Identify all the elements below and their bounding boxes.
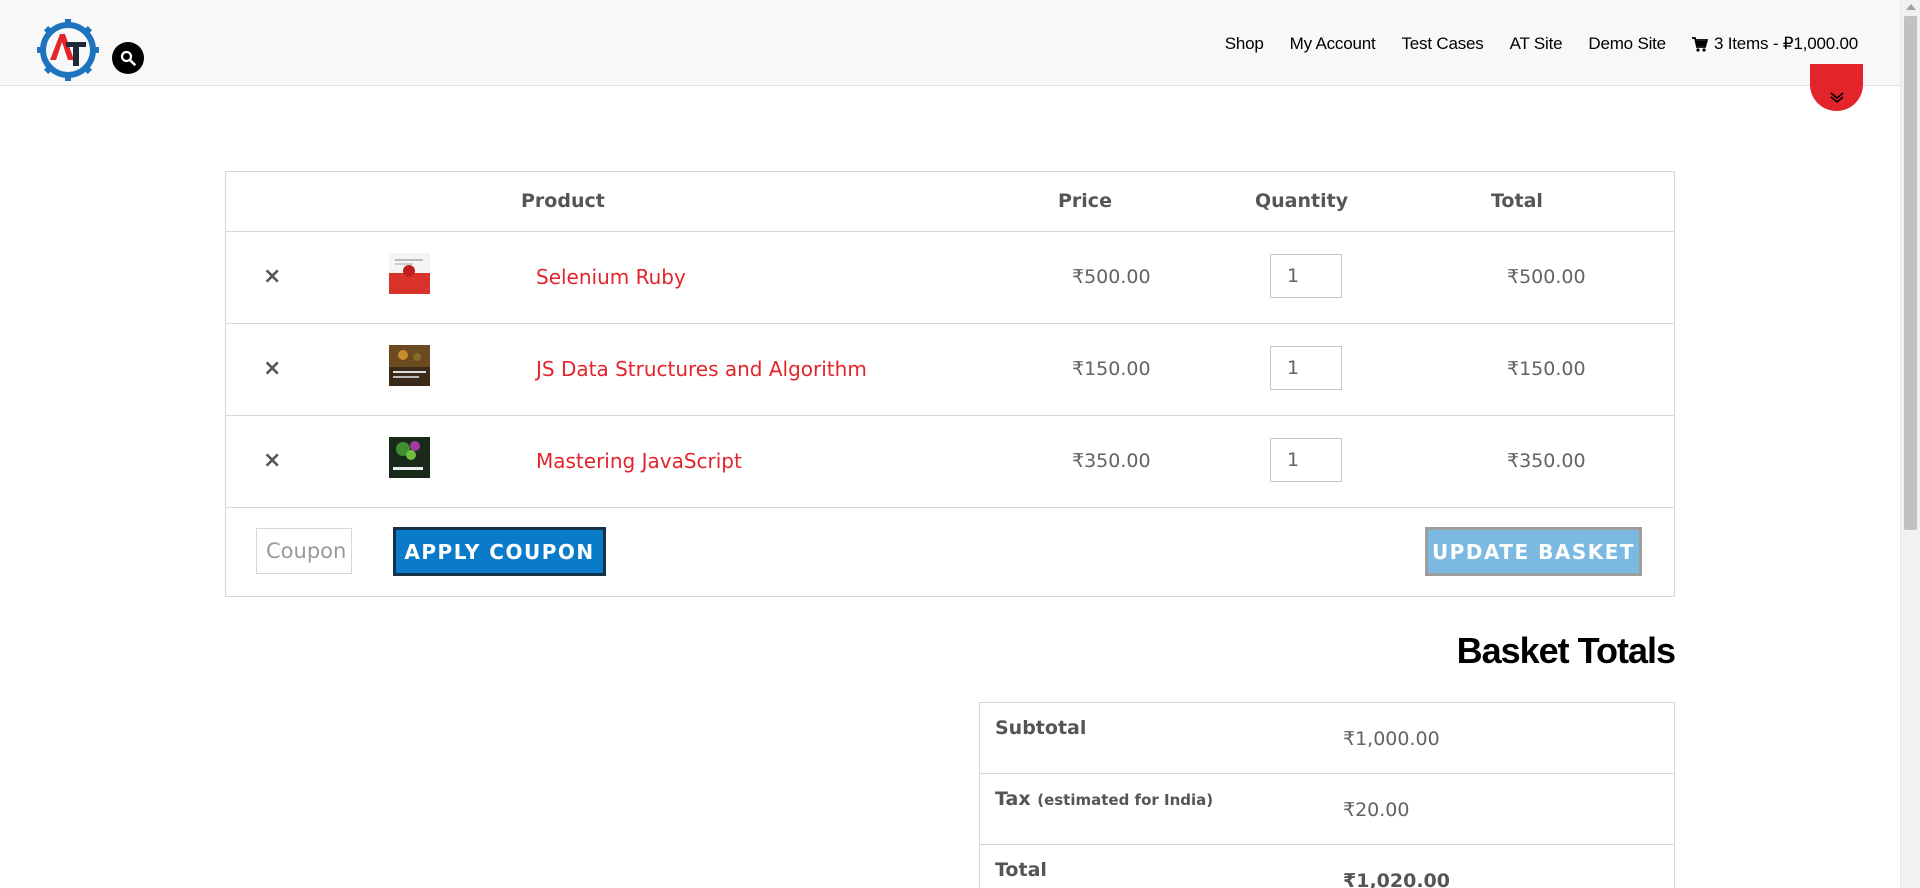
header-quantity: Quantity	[1255, 190, 1349, 212]
product-price: ₹150.00	[1072, 358, 1151, 380]
search-button[interactable]	[112, 42, 144, 74]
cart-table-header: Product Price Quantity Total	[226, 172, 1674, 232]
remove-item-button[interactable]: ×	[263, 264, 281, 289]
product-price: ₹500.00	[1072, 266, 1151, 288]
cart-row: × Selenium Ruby ₹500.00 1 ₹500.00	[226, 232, 1674, 324]
subtotal-row: Subtotal ₹1,000.00	[980, 703, 1674, 774]
cart-icon	[1691, 36, 1708, 52]
tax-row: Tax (estimated for India) ₹20.00	[980, 774, 1674, 845]
cart-actions: Coupon code APPLY COUPON UPDATE BASKET	[226, 508, 1674, 596]
line-total: ₹150.00	[1507, 358, 1586, 380]
tax-value: ₹20.00	[1343, 799, 1410, 821]
apply-coupon-button[interactable]: APPLY COUPON	[393, 527, 606, 576]
vertical-scrollbar[interactable]	[1900, 0, 1920, 888]
nav-cart[interactable]: 3 Items - ₽1,000.00	[1691, 34, 1858, 54]
header-price: Price	[1058, 190, 1112, 212]
product-name-link[interactable]: Mastering JavaScript	[536, 449, 742, 473]
product-name-link[interactable]: JS Data Structures and Algorithm	[536, 357, 867, 381]
chevron-double-down-icon	[1829, 92, 1844, 104]
nav-shop[interactable]: Shop	[1225, 34, 1264, 54]
quantity-input[interactable]: 1	[1270, 254, 1342, 298]
nav-test-cases[interactable]: Test Cases	[1402, 34, 1484, 54]
total-row: Total ₹1,020.00	[980, 845, 1674, 888]
tax-label: Tax (estimated for India)	[995, 788, 1213, 810]
cart-row: × JS Data Structures and Algorithm ₹150.…	[226, 324, 1674, 416]
scroll-top-button[interactable]	[1810, 64, 1863, 111]
remove-item-button[interactable]: ×	[263, 448, 281, 473]
cart-table: Product Price Quantity Total × Selenium …	[225, 171, 1675, 597]
line-total: ₹350.00	[1507, 450, 1586, 472]
line-total: ₹500.00	[1507, 266, 1586, 288]
nav-at-site[interactable]: AT Site	[1510, 34, 1563, 54]
product-price: ₹350.00	[1072, 450, 1151, 472]
basket-totals-title: Basket Totals	[1456, 630, 1676, 671]
main-nav: Shop My Account Test Cases AT Site Demo …	[1225, 34, 1858, 54]
quantity-input[interactable]: 1	[1270, 346, 1342, 390]
coupon-code-input[interactable]: Coupon code	[256, 528, 352, 574]
basket-totals-table: Subtotal ₹1,000.00 Tax (estimated for In…	[979, 702, 1675, 888]
total-value: ₹1,020.00	[1343, 870, 1450, 888]
nav-demo-site[interactable]: Demo Site	[1588, 34, 1666, 54]
remove-item-button[interactable]: ×	[263, 356, 281, 381]
subtotal-label: Subtotal	[995, 717, 1087, 739]
header-product: Product	[521, 190, 605, 212]
cart-summary: 3 Items - ₽1,000.00	[1713, 34, 1858, 53]
site-logo[interactable]	[36, 18, 100, 82]
scroll-thumb[interactable]	[1904, 16, 1917, 530]
subtotal-value: ₹1,000.00	[1343, 728, 1440, 750]
nav-my-account[interactable]: My Account	[1290, 34, 1376, 54]
search-icon	[120, 50, 136, 66]
tax-note: (estimated for India)	[1037, 791, 1214, 809]
product-name-link[interactable]: Selenium Ruby	[536, 265, 686, 289]
product-thumbnail[interactable]	[389, 253, 430, 294]
scroll-up-arrow[interactable]	[1906, 4, 1916, 10]
tax-label-text: Tax	[995, 788, 1031, 810]
cart-row: × Mastering JavaScript ₹350.00 1 ₹350.00	[226, 416, 1674, 508]
product-thumbnail[interactable]	[389, 437, 430, 478]
total-label: Total	[995, 859, 1047, 881]
quantity-input[interactable]: 1	[1270, 438, 1342, 482]
site-header: Shop My Account Test Cases AT Site Demo …	[0, 0, 1900, 86]
update-basket-button[interactable]: UPDATE BASKET	[1425, 527, 1642, 576]
header-total: Total	[1491, 190, 1543, 212]
product-thumbnail[interactable]	[389, 345, 430, 386]
